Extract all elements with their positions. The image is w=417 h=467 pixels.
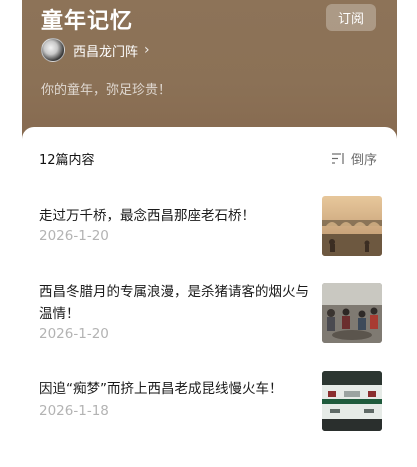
article-item[interactable]: 因追“痴梦”而挤上西昌老成昆线慢火车！ 2026-1-18 xyxy=(39,371,385,433)
village-feast-thumbnail xyxy=(322,283,382,343)
column-title: 童年记忆 xyxy=(41,9,134,34)
article-list-card: 12篇内容 倒序 走过万千桥，最念西昌那座老石桥！ 2026-1-20 西昌冬腊… xyxy=(22,127,397,467)
article-title: 西昌冬腊月的专属浪漫，是杀猪请客的烟火与温情！ xyxy=(39,284,309,322)
article-item[interactable]: 走过万千桥，最念西昌那座老石桥！ 2026-1-20 xyxy=(39,196,385,266)
sort-toggle[interactable]: 倒序 xyxy=(332,149,377,168)
stone-bridge-thumbnail xyxy=(322,196,382,256)
subscribe-button[interactable]: 订阅 xyxy=(326,4,376,31)
article-item[interactable]: 西昌冬腊月的专属浪漫，是杀猪请客的烟火与温情！ 2026-1-20 xyxy=(39,283,385,345)
article-date: 2026-1-20 xyxy=(39,228,109,244)
sort-icon xyxy=(332,153,344,164)
author-avatar xyxy=(41,38,65,62)
green-train-thumbnail xyxy=(322,371,382,431)
article-date: 2026-1-20 xyxy=(39,326,109,342)
author-name: 西昌龙门阵 xyxy=(73,44,139,60)
article-date: 2026-1-18 xyxy=(39,403,109,419)
author-link[interactable]: 西昌龙门阵 › xyxy=(41,38,150,62)
article-title: 走过万千桥，最念西昌那座老石桥！ xyxy=(39,208,255,224)
chevron-right-icon: › xyxy=(144,42,150,58)
article-count: 12篇内容 xyxy=(39,153,95,168)
column-description: 你的童年，弥足珍贵！ xyxy=(41,83,172,98)
article-title: 因追“痴梦”而挤上西昌老成昆线慢火车！ xyxy=(39,381,283,397)
sort-label: 倒序 xyxy=(351,153,378,168)
